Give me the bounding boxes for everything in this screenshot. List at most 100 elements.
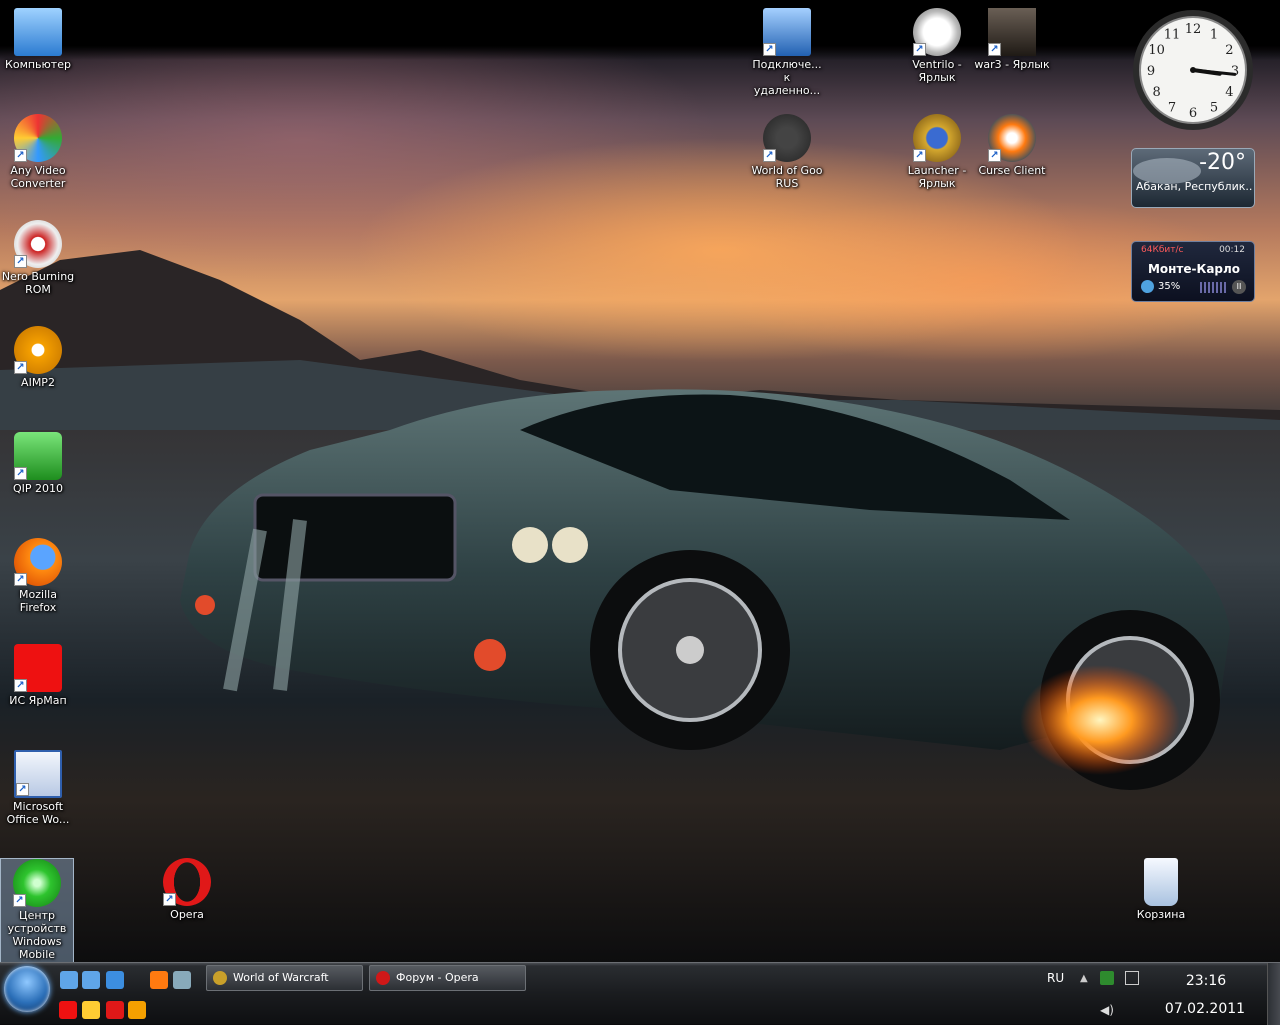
shortcut-arrow-icon: ↗ bbox=[913, 43, 926, 56]
desktop-icon-firefox[interactable]: ↗ Mozilla Firefox bbox=[0, 538, 76, 614]
switch-windows-icon[interactable] bbox=[82, 971, 100, 989]
show-desktop-button[interactable] bbox=[1267, 963, 1280, 1025]
desktop-icon-yarmap[interactable]: ↗ ИС ЯрМап bbox=[0, 644, 76, 707]
ventrilo-icon: ↗ bbox=[913, 8, 961, 56]
network-icon[interactable] bbox=[1100, 971, 1114, 985]
clock-number: 10 bbox=[1148, 43, 1165, 58]
video-converter-icon: ↗ bbox=[14, 114, 62, 162]
shortcut-arrow-icon: ↗ bbox=[13, 894, 26, 907]
shortcut-arrow-icon: ↗ bbox=[16, 783, 29, 796]
messenger-icon[interactable] bbox=[128, 1001, 146, 1019]
desktop-icon-aimp[interactable]: ↗ AIMP2 bbox=[0, 326, 76, 389]
taskbar-button-opera[interactable]: Форум - Opera bbox=[369, 965, 526, 991]
language-indicator[interactable]: RU bbox=[1047, 971, 1064, 985]
desktop-icon-qip[interactable]: ↗ QIP 2010 bbox=[0, 432, 76, 495]
desktop-icon-label: Nero Burning ROM bbox=[1, 270, 75, 296]
desktop-icon-nero[interactable]: ↗ Nero Burning ROM bbox=[0, 220, 76, 296]
shortcut-arrow-icon: ↗ bbox=[14, 467, 27, 480]
shortcut-arrow-icon: ↗ bbox=[14, 255, 27, 268]
equalizer-icon bbox=[1200, 282, 1228, 293]
chevron-up-icon[interactable]: ▲ bbox=[1080, 973, 1094, 987]
shortcut-arrow-icon: ↗ bbox=[763, 43, 776, 56]
war3-icon: ↗ bbox=[988, 8, 1036, 56]
desktop-icon-label: Корзина bbox=[1136, 908, 1186, 921]
desktop-icon-label: ИС ЯрМап bbox=[9, 694, 67, 707]
opera-icon[interactable] bbox=[106, 1001, 124, 1019]
desktop-icon-ventrilo[interactable]: ↗ Ventrilo - Ярлык bbox=[899, 8, 975, 84]
weather-temperature: -20° bbox=[1199, 150, 1246, 175]
firefox-icon: ↗ bbox=[14, 538, 62, 586]
speaker-icon[interactable]: ◀) bbox=[1100, 1003, 1114, 1017]
tray-date[interactable]: 07.02.2011 bbox=[1150, 1001, 1260, 1017]
clock-number: 2 bbox=[1225, 43, 1233, 58]
clock-number: 6 bbox=[1189, 106, 1197, 121]
internet-explorer-icon[interactable] bbox=[106, 971, 124, 989]
shortcut-arrow-icon: ↗ bbox=[163, 893, 176, 906]
radio-bitrate: 64Кбит/с bbox=[1141, 245, 1184, 255]
desktop-icon-label: war3 - Ярлык bbox=[974, 58, 1050, 71]
clock-gadget[interactable]: 12 12 3 45678 9 1011 bbox=[1131, 8, 1255, 132]
word-icon: ↗ bbox=[14, 750, 62, 798]
pause-button[interactable]: II bbox=[1232, 280, 1246, 294]
qip-icon[interactable] bbox=[82, 1001, 100, 1019]
shell-icon[interactable] bbox=[173, 971, 191, 989]
tray-time[interactable]: 23:16 bbox=[1160, 973, 1252, 989]
clock-number: 9 bbox=[1147, 64, 1155, 79]
desktop-icon-label: World of Goo RUS bbox=[751, 164, 823, 190]
desktop-icon-war3[interactable]: ↗ war3 - Ярлык bbox=[974, 8, 1050, 71]
nero-icon: ↗ bbox=[14, 220, 62, 268]
wallpaper-car bbox=[180, 389, 1230, 790]
desktop-icon-opera[interactable]: ↗ Opera bbox=[149, 858, 225, 921]
desktop-icon-label: Opera bbox=[170, 908, 204, 921]
weather-gadget[interactable]: -20° Абакан, Республик... bbox=[1131, 148, 1255, 208]
desktop-icon-computer[interactable]: Компьютер bbox=[0, 8, 76, 71]
clock-number: 4 bbox=[1225, 85, 1233, 100]
taskbar: World of Warcraft Форум - Opera RU ▲ ◀) 2… bbox=[0, 962, 1280, 1025]
desktop-icon-label: Mozilla Firefox bbox=[19, 588, 57, 614]
taskbar-button-label: World of Warcraft bbox=[233, 971, 329, 984]
desktop-icon-label: Ventrilo - Ярлык bbox=[912, 58, 962, 84]
wow-icon bbox=[213, 971, 227, 985]
taskbar-button-wow[interactable]: World of Warcraft bbox=[206, 965, 363, 991]
wow-launcher-icon: ↗ bbox=[913, 114, 961, 162]
shortcut-arrow-icon: ↗ bbox=[988, 43, 1001, 56]
firefox-icon[interactable] bbox=[150, 971, 168, 989]
desktop-icon-curse[interactable]: ↗ Curse Client bbox=[974, 114, 1050, 177]
desktop-icon-world-of-goo[interactable]: ↗ World of Goo RUS bbox=[749, 114, 825, 190]
recycle-bin-icon bbox=[1144, 858, 1178, 906]
clock-number: 11 bbox=[1164, 28, 1181, 43]
clock-number: 5 bbox=[1210, 100, 1218, 115]
radio-station: Монте-Карло bbox=[1147, 262, 1241, 276]
desktop-icon-label: AIMP2 bbox=[21, 376, 55, 389]
shortcut-arrow-icon: ↗ bbox=[14, 679, 27, 692]
desktop-icon-label: Launcher - Ярлык bbox=[907, 164, 967, 190]
desktop-icon-recycle-bin[interactable]: Корзина bbox=[1123, 858, 1199, 921]
desktop-icon-label: Microsoft Office Wo... bbox=[6, 800, 70, 826]
desktop-icon-label: Any Video Converter bbox=[10, 164, 66, 190]
show-desktop-icon[interactable] bbox=[60, 971, 78, 989]
desktop-icon-label: Компьютер bbox=[5, 58, 71, 71]
clock-number: 8 bbox=[1152, 85, 1160, 100]
radio-gadget[interactable]: 64Кбит/с 00:12 Монте-Карло 35% II bbox=[1131, 241, 1255, 302]
radio-volume: 35% bbox=[1158, 281, 1181, 292]
desktop-icon-wow-launcher[interactable]: ↗ Launcher - Ярлык bbox=[899, 114, 975, 190]
desktop-icon-label: Центр устройств Windows Mobile bbox=[7, 909, 67, 961]
shortcut-arrow-icon: ↗ bbox=[14, 573, 27, 586]
desktop-icon-word[interactable]: ↗ Microsoft Office Wo... bbox=[0, 750, 76, 826]
clock-number: 1 bbox=[1210, 28, 1218, 43]
qip-icon: ↗ bbox=[14, 432, 62, 480]
weather-location: Абакан, Республик... bbox=[1136, 180, 1252, 193]
opera-icon bbox=[376, 971, 390, 985]
volume-icon[interactable] bbox=[1141, 280, 1154, 293]
yarmap-icon[interactable] bbox=[59, 1001, 77, 1019]
clock-number: 3 bbox=[1231, 64, 1239, 79]
shortcut-arrow-icon: ↗ bbox=[14, 149, 27, 162]
desktop-icon-windows-mobile[interactable]: ↗ Центр устройств Windows Mobile bbox=[0, 858, 74, 964]
shortcut-arrow-icon: ↗ bbox=[763, 149, 776, 162]
shortcut-arrow-icon: ↗ bbox=[14, 361, 27, 374]
desktop-icon-video-converter[interactable]: ↗ Any Video Converter bbox=[0, 114, 76, 190]
windows-start-icon[interactable] bbox=[4, 966, 50, 1012]
action-center-icon[interactable] bbox=[1125, 971, 1139, 985]
desktop-icon-remote-desktop[interactable]: ↗ Подключе... к удаленно... bbox=[749, 8, 825, 97]
curse-icon: ↗ bbox=[988, 114, 1036, 162]
